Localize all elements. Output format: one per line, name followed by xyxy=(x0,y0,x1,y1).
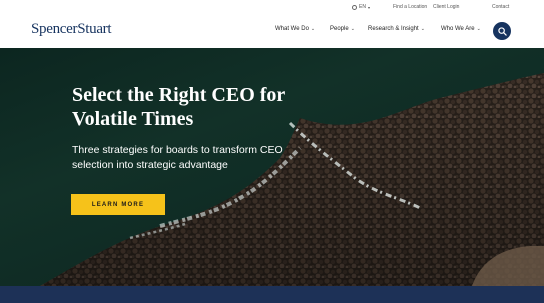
client-login-link[interactable]: Client Login xyxy=(433,4,459,10)
language-label: EN xyxy=(359,4,366,10)
chevron-down-icon: ⌄ xyxy=(476,26,481,32)
nav-item-research-insight[interactable]: Research & Insight ⌄ xyxy=(368,26,425,32)
search-icon xyxy=(497,26,507,36)
chevron-down-icon: ⌄ xyxy=(310,26,316,32)
chevron-down-icon: ⌄ xyxy=(420,26,425,32)
language-selector[interactable]: EN ▾ xyxy=(352,4,370,10)
nav-label: Who We Are xyxy=(441,26,475,32)
nav-item-who-we-are[interactable]: Who We Are ⌄ xyxy=(441,26,481,32)
find-location-link[interactable]: Find a Location xyxy=(393,4,427,10)
section-band xyxy=(0,286,544,303)
hero-subhead: Three strategies for boards to transform… xyxy=(72,144,283,171)
chevron-down-icon: ⌄ xyxy=(350,26,355,32)
site-header: SpencerStuart What We Do ⌄ People ⌄ Rese… xyxy=(0,14,544,48)
search-button[interactable] xyxy=(493,22,511,40)
nav-label: Research & Insight xyxy=(368,26,419,32)
learn-more-button[interactable]: LEARN MORE xyxy=(71,194,165,215)
nav-item-what-we-do[interactable]: What We Do ⌄ xyxy=(275,26,315,32)
nav-label: People xyxy=(330,26,349,32)
contact-link[interactable]: Contact xyxy=(492,4,509,10)
nav-label: What We Do xyxy=(275,26,309,32)
logo[interactable]: SpencerStuart xyxy=(31,21,112,38)
utility-bar: EN ▾ Find a Location Client Login Contac… xyxy=(0,0,544,14)
hero-banner: Select the Right CEO for Volatile Times … xyxy=(0,48,544,286)
globe-icon xyxy=(352,4,357,10)
chevron-down-icon: ▾ xyxy=(367,4,370,10)
hero-headline: Select the Right CEO for Volatile Times xyxy=(72,84,285,130)
nav-item-people[interactable]: People ⌄ xyxy=(330,26,355,32)
